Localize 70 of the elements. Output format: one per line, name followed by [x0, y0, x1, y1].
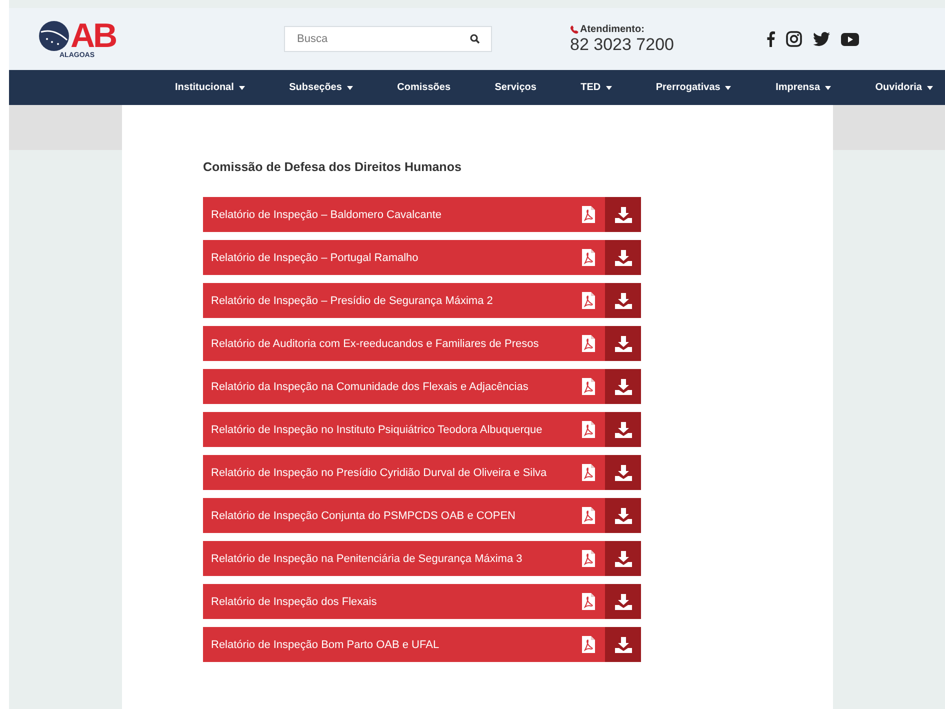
- globe-icon: [38, 20, 70, 52]
- document-row[interactable]: Relatório de Inspeção no Presídio Cyridião Durval de Oliveira e Silva: [203, 455, 641, 490]
- caret-icon: [926, 86, 933, 90]
- download-button[interactable]: [605, 326, 641, 361]
- document-row[interactable]: Relatório de Inspeção – Presídio de Segurança Máxima 2: [203, 283, 641, 318]
- document-row[interactable]: Relatório de Inspeção no Instituto Psiquiátrico Teodora Albuquerque: [203, 412, 641, 447]
- nav-link[interactable]: TED: [580, 82, 612, 93]
- download-button[interactable]: [605, 369, 641, 404]
- pdf-file-icon[interactable]: [582, 550, 595, 567]
- document-row[interactable]: Relatório de Inspeção Bom Parto OAB e UFAL: [203, 627, 641, 662]
- pdf-file-icon[interactable]: [582, 378, 595, 395]
- facebook-icon[interactable]: [766, 31, 775, 47]
- pdf-file-icon[interactable]: [582, 292, 595, 309]
- nav-link[interactable]: Serviços: [494, 82, 536, 93]
- download-button[interactable]: [605, 584, 641, 619]
- document-row[interactable]: Relatório de Inspeção dos Flexais: [203, 584, 641, 619]
- download-icon: [614, 336, 632, 352]
- download-button[interactable]: [605, 498, 641, 533]
- document-row[interactable]: Relatório de Auditoria com Ex-reeducandos e Familiares de Presos: [203, 326, 641, 361]
- download-button[interactable]: [605, 240, 641, 275]
- download-icon: [614, 422, 632, 438]
- phone-number: 82 3023 7200: [570, 34, 674, 54]
- nav-link[interactable]: Comissões: [397, 82, 451, 93]
- caret-icon: [346, 86, 353, 90]
- download-icon: [614, 550, 632, 566]
- download-button[interactable]: [605, 412, 641, 447]
- search-icon[interactable]: [470, 34, 480, 44]
- download-button[interactable]: [605, 541, 641, 576]
- nav-link[interactable]: Institucional: [175, 82, 245, 93]
- pdf-file-icon[interactable]: [582, 421, 595, 438]
- youtube-icon[interactable]: [841, 32, 859, 46]
- document-row[interactable]: Relatório de Inspeção na Penitenciária de Segurança Máxima 3: [203, 541, 641, 576]
- pdf-file-icon[interactable]: [582, 507, 595, 524]
- caret-icon: [725, 86, 732, 90]
- download-button[interactable]: [605, 455, 641, 490]
- download-icon: [614, 206, 632, 222]
- pdf-file-icon[interactable]: [582, 636, 595, 653]
- document-row[interactable]: Relatório de Inspeção – Baldomero Cavalcante: [203, 197, 641, 232]
- pdf-file-icon[interactable]: [582, 206, 595, 223]
- instagram-icon[interactable]: [786, 31, 802, 47]
- pdf-file-icon[interactable]: [582, 593, 595, 610]
- download-button[interactable]: [605, 283, 641, 318]
- contact-label: Atendimento:: [580, 24, 644, 34]
- twitter-icon[interactable]: [813, 32, 830, 46]
- download-button[interactable]: [605, 627, 641, 662]
- caret-icon: [606, 86, 612, 90]
- download-icon: [614, 636, 632, 652]
- document-row[interactable]: Relatório de Inspeção – Portugal Ramalho: [203, 240, 641, 275]
- download-icon: [614, 594, 632, 610]
- download-icon: [614, 464, 632, 480]
- document-row[interactable]: Relatório da Inspeção na Comunidade dos Flexais e Adjacências: [203, 369, 641, 404]
- logo-letters[interactable]: AB: [70, 20, 116, 52]
- document-row[interactable]: Relatório de Inspeção Conjunta do PSMPCDS OAB e COPEN: [203, 498, 641, 533]
- search-field[interactable]: Busca: [284, 26, 492, 52]
- caret-icon: [825, 86, 832, 90]
- download-icon: [614, 378, 632, 394]
- nav-link[interactable]: Ouvidoria: [875, 82, 933, 93]
- download-icon: [614, 292, 632, 308]
- nav-link[interactable]: Prerrogativas: [656, 82, 732, 93]
- section-title: Comissão de Defesa dos Direitos Humanos: [203, 160, 462, 174]
- nav-link[interactable]: Subseções: [289, 82, 353, 93]
- download-icon: [614, 508, 632, 524]
- pdf-file-icon[interactable]: [582, 464, 595, 481]
- download-icon: [614, 250, 632, 266]
- caret-icon: [238, 86, 245, 90]
- nav-link[interactable]: Imprensa: [776, 82, 832, 93]
- pdf-file-icon[interactable]: [582, 335, 595, 352]
- download-button[interactable]: [605, 197, 641, 232]
- phone-icon: [570, 24, 579, 34]
- pdf-file-icon[interactable]: [582, 249, 595, 266]
